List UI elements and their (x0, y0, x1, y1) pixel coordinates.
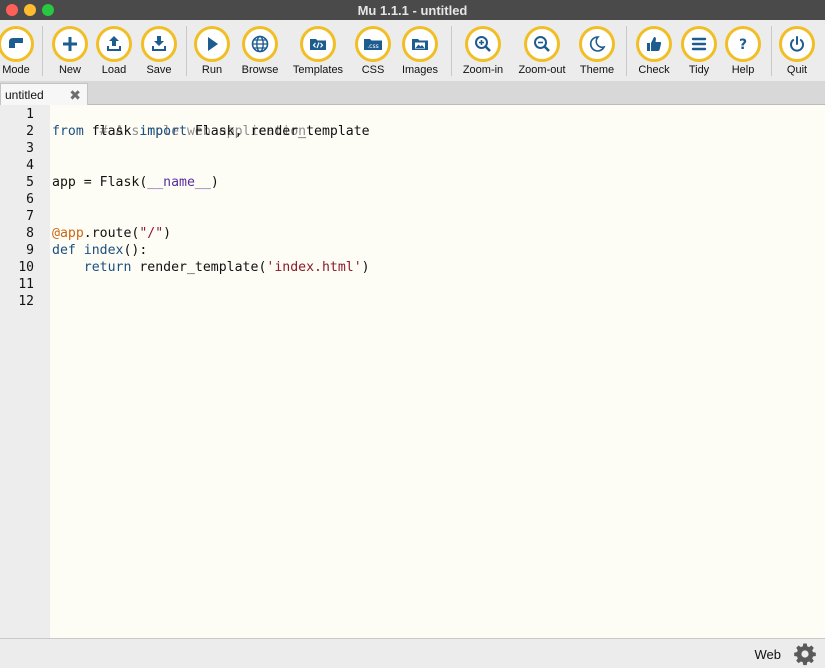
line-number: 1 (26, 107, 34, 122)
code-string: "/" (139, 226, 164, 241)
line-number: 7 (26, 209, 34, 224)
code-text: ) (210, 175, 219, 190)
browse-label: Browse (241, 64, 279, 76)
zoom-out-button[interactable]: Zoom-out (512, 26, 572, 78)
thumbs-up-icon (647, 37, 662, 51)
line-number: 5 (26, 175, 34, 190)
line-number: 10 (18, 260, 34, 275)
question-icon: ? (739, 37, 747, 53)
line-number: 3 (26, 141, 34, 156)
code-text: flask (83, 124, 140, 139)
browse-button[interactable]: Browse (230, 26, 290, 78)
code-decorator: @app (52, 226, 84, 241)
image-folder-icon (412, 39, 428, 50)
code-keyword: return (83, 260, 132, 275)
code-string: 'index.html' (266, 260, 362, 275)
code-line: app = Flask(__name__) (52, 174, 219, 191)
upload-icon (107, 36, 121, 51)
maximize-window-button[interactable] (42, 4, 54, 16)
code-text: (): (123, 243, 148, 258)
code-keyword: import (139, 124, 187, 139)
globe-icon (251, 35, 269, 53)
tab-label: untitled (5, 87, 44, 102)
code-keyword: from (52, 124, 84, 139)
zoom-in-label: Zoom-in (462, 64, 504, 76)
status-bar: Web (0, 638, 825, 668)
toolbar-separator (451, 26, 452, 76)
line-number: 6 (26, 192, 34, 207)
save-label: Save (146, 64, 172, 76)
quit-button[interactable]: Quit (767, 26, 825, 78)
line-number: 2 (26, 124, 34, 139)
css-folder-icon: .css (364, 39, 382, 50)
quit-label: Quit (786, 64, 808, 76)
zoom-in-icon (475, 36, 491, 52)
line-number: 9 (26, 243, 34, 258)
code-folder-icon (310, 39, 326, 50)
code-line: from flask import Flask, render_template (52, 123, 370, 140)
close-icon[interactable]: ✖ (69, 87, 81, 104)
line-number: 12 (18, 294, 34, 309)
line-number: 11 (18, 277, 34, 292)
mode-icon (9, 38, 23, 48)
tab-untitled[interactable]: untitled ✖ (0, 83, 88, 105)
line-number-gutter: 1 2 3 4 5 6 7 8 9 10 11 12 (0, 105, 50, 638)
close-window-button[interactable] (6, 4, 18, 16)
line-number: 8 (26, 226, 34, 241)
moon-icon (589, 36, 606, 52)
code-keyword: def (52, 243, 76, 258)
code-line: # A simple web application. (52, 106, 314, 139)
help-label: Help (731, 64, 755, 76)
line-number: 4 (26, 158, 34, 173)
current-mode-label: Web (754, 647, 782, 662)
code-text: ) (361, 260, 370, 275)
svg-text:.css: .css (367, 43, 378, 50)
svg-text:?: ? (739, 37, 747, 53)
code-line: @app.route("/") (52, 225, 171, 242)
zoom-out-icon (534, 36, 550, 52)
code-text: ) (163, 226, 172, 241)
toolbar: Mode New Load Save Run Browse Templates … (0, 20, 825, 81)
code-line: def index(): (52, 242, 147, 259)
title-bar: Mu 1.1.1 - untitled (0, 0, 825, 20)
tab-bar: untitled ✖ (0, 81, 825, 105)
code-text: render_template( (131, 260, 267, 275)
code-text: app = Flask( (52, 175, 148, 190)
code-editor[interactable]: 1 2 3 4 5 6 7 8 9 10 11 12 # A simple we… (0, 105, 825, 638)
help-button[interactable]: ? Help (713, 26, 773, 78)
power-icon (790, 36, 804, 52)
save-button[interactable]: Save (129, 26, 189, 78)
templates-label: Templates (292, 64, 344, 76)
window-title: Mu 1.1.1 - untitled (357, 2, 468, 18)
play-icon (208, 37, 218, 51)
zoom-out-label: Zoom-out (518, 64, 566, 76)
code-text: .route( (83, 226, 140, 241)
images-button[interactable]: Images (390, 26, 450, 78)
code-dunder: __name__ (147, 175, 211, 190)
images-label: Images (401, 64, 439, 76)
zoom-in-button[interactable]: Zoom-in (453, 26, 513, 78)
minimize-window-button[interactable] (24, 4, 36, 16)
theme-label: Theme (579, 64, 615, 76)
plus-icon (63, 37, 77, 51)
code-text: Flask, render_template (186, 124, 370, 139)
theme-button[interactable]: Theme (567, 26, 627, 78)
download-icon (152, 36, 166, 51)
code-line: return render_template('index.html') (52, 259, 370, 276)
gear-icon[interactable] (793, 642, 817, 666)
templates-button[interactable]: Templates (288, 26, 348, 78)
lines-icon (691, 37, 707, 51)
code-function-name: index (75, 243, 124, 258)
